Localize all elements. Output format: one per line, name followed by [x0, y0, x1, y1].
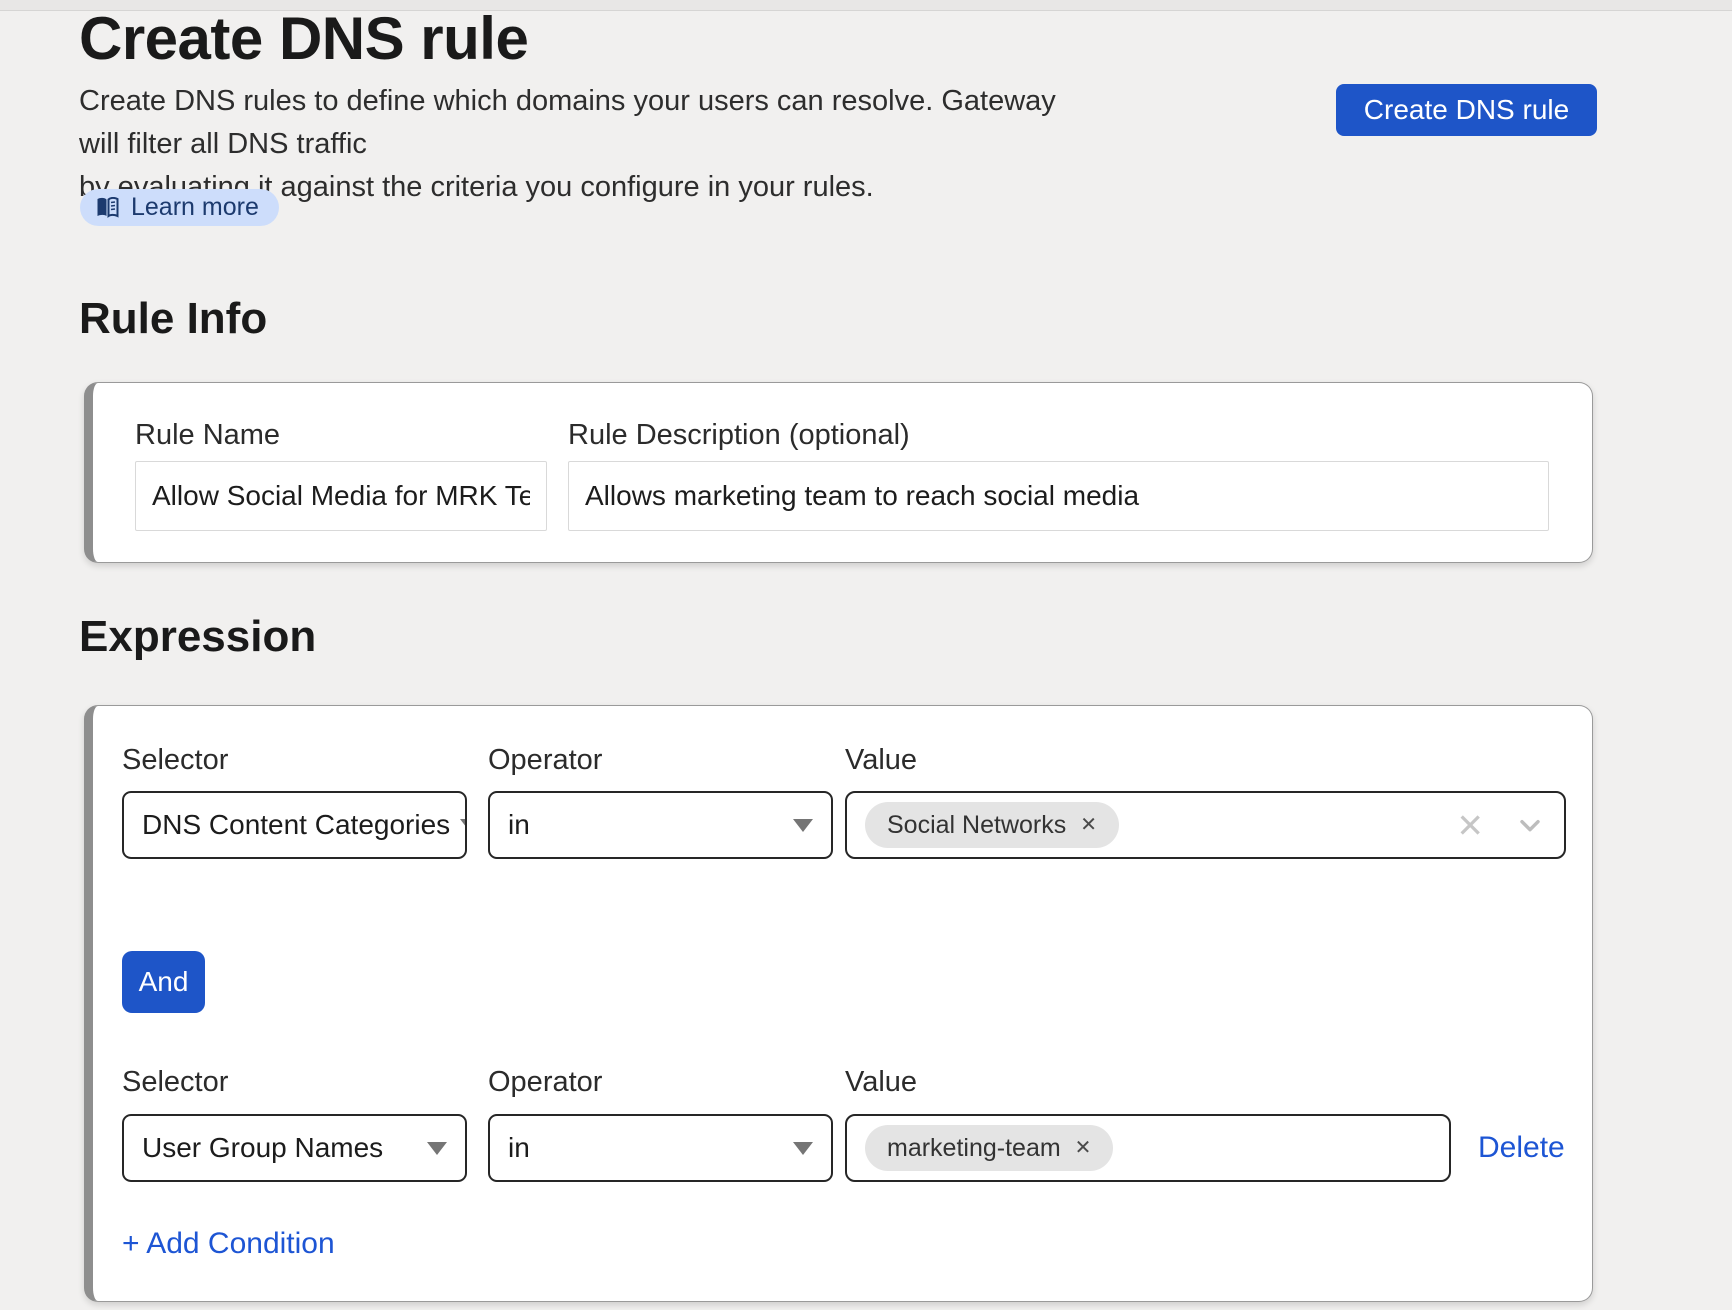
selector-dropdown-1[interactable]: DNS Content Categories — [122, 791, 467, 859]
value-chip: marketing-team ✕ — [865, 1125, 1113, 1171]
rule-info-heading: Rule Info — [79, 294, 267, 344]
and-button[interactable]: And — [122, 951, 205, 1013]
selector-label-1: Selector — [122, 744, 228, 777]
learn-more-label: Learn more — [131, 193, 259, 222]
caret-down-icon — [427, 1142, 447, 1155]
create-dns-rule-button[interactable]: Create DNS rule — [1336, 84, 1597, 136]
delete-condition-link[interactable]: Delete — [1478, 1131, 1565, 1165]
page-description-line1: Create DNS rules to define which domains… — [79, 80, 1079, 166]
chip-remove-icon[interactable]: ✕ — [1075, 1138, 1092, 1158]
rule-description-input[interactable] — [568, 461, 1549, 531]
operator-label-2: Operator — [488, 1066, 602, 1099]
selector-dropdown-1-value: DNS Content Categories — [142, 809, 450, 841]
operator-dropdown-2[interactable]: in — [488, 1114, 833, 1182]
value-chip: Social Networks ✕ — [865, 802, 1119, 848]
operator-dropdown-1[interactable]: in — [488, 791, 833, 859]
rule-description-label: Rule Description (optional) — [568, 419, 910, 452]
operator-dropdown-2-value: in — [508, 1132, 530, 1164]
caret-down-icon — [793, 1142, 813, 1155]
operator-label-1: Operator — [488, 744, 602, 777]
value-label-1: Value — [845, 744, 917, 777]
selector-dropdown-2-value: User Group Names — [142, 1132, 383, 1164]
caret-down-icon — [793, 819, 813, 832]
value-chip-label: Social Networks — [887, 811, 1066, 840]
operator-dropdown-1-value: in — [508, 809, 530, 841]
selector-label-2: Selector — [122, 1066, 228, 1099]
chip-remove-icon[interactable]: ✕ — [1080, 815, 1097, 835]
add-condition-link[interactable]: + Add Condition — [122, 1227, 335, 1261]
rule-info-card: Rule Name Rule Description (optional) — [84, 382, 1593, 563]
book-icon — [95, 197, 120, 219]
rule-name-input[interactable] — [135, 461, 547, 531]
chevron-down-icon[interactable] — [1514, 809, 1546, 841]
rule-name-label: Rule Name — [135, 419, 280, 452]
caret-down-icon — [460, 819, 467, 832]
value-label-2: Value — [845, 1066, 917, 1099]
expression-card: Selector Operator Value DNS Content Cate… — [84, 705, 1593, 1302]
expression-heading: Expression — [79, 612, 316, 662]
value-chip-label: marketing-team — [887, 1134, 1061, 1163]
selector-dropdown-2[interactable]: User Group Names — [122, 1114, 467, 1182]
value-multiselect-1[interactable]: Social Networks ✕ ✕ — [845, 791, 1566, 859]
clear-selection-icon[interactable]: ✕ — [1456, 809, 1484, 842]
page-title: Create DNS rule — [79, 4, 528, 73]
learn-more-button[interactable]: Learn more — [80, 189, 279, 226]
value-multiselect-2[interactable]: marketing-team ✕ — [845, 1114, 1451, 1182]
